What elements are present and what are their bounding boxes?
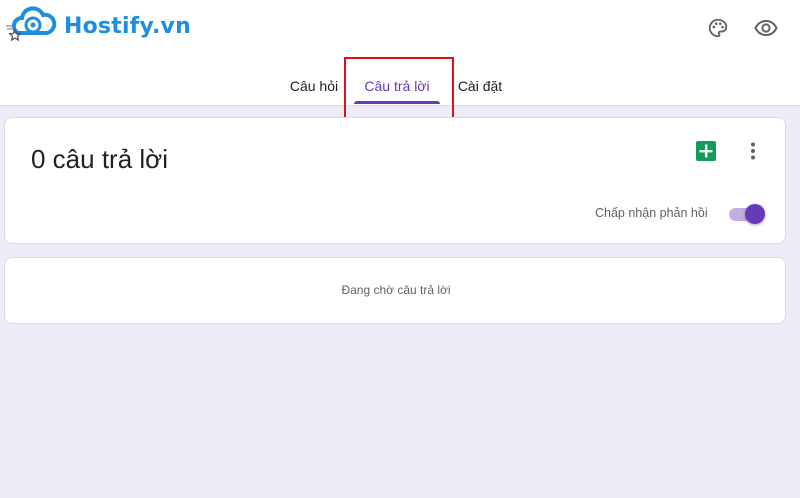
active-tab-indicator [354, 101, 440, 104]
responses-empty-card: Đang chờ câu trả lời [4, 257, 786, 324]
hostify-logo: Hostify.vn [6, 6, 191, 46]
tab-responses-label: Câu trả lời [364, 78, 430, 94]
eye-icon[interactable] [752, 14, 780, 42]
tab-questions[interactable]: Câu hỏi [282, 70, 346, 106]
response-count-title: 0 câu trả lời [31, 144, 168, 174]
sheets-icon[interactable] [695, 140, 717, 162]
logo-text: Hostify.vn [64, 13, 191, 39]
more-options-icon[interactable] [745, 140, 761, 162]
responses-summary-card: 0 câu trả lời Chấp nhận phản hồi [4, 117, 786, 244]
top-bar: Hostify.vn Câu hỏi Câu trả lời Cài đặt [0, 0, 800, 106]
cloud-logo-icon [6, 6, 57, 42]
accept-responses-toggle[interactable] [727, 202, 767, 226]
tab-settings[interactable]: Cài đặt [450, 70, 510, 106]
waiting-responses-text: Đang chờ câu trả lời [341, 283, 451, 297]
tab-questions-label: Câu hỏi [289, 78, 339, 94]
toggle-thumb [745, 204, 765, 224]
tab-settings-label: Cài đặt [457, 78, 503, 94]
accept-responses-label: Chấp nhận phản hồi [595, 206, 708, 220]
palette-icon[interactable] [704, 14, 732, 42]
